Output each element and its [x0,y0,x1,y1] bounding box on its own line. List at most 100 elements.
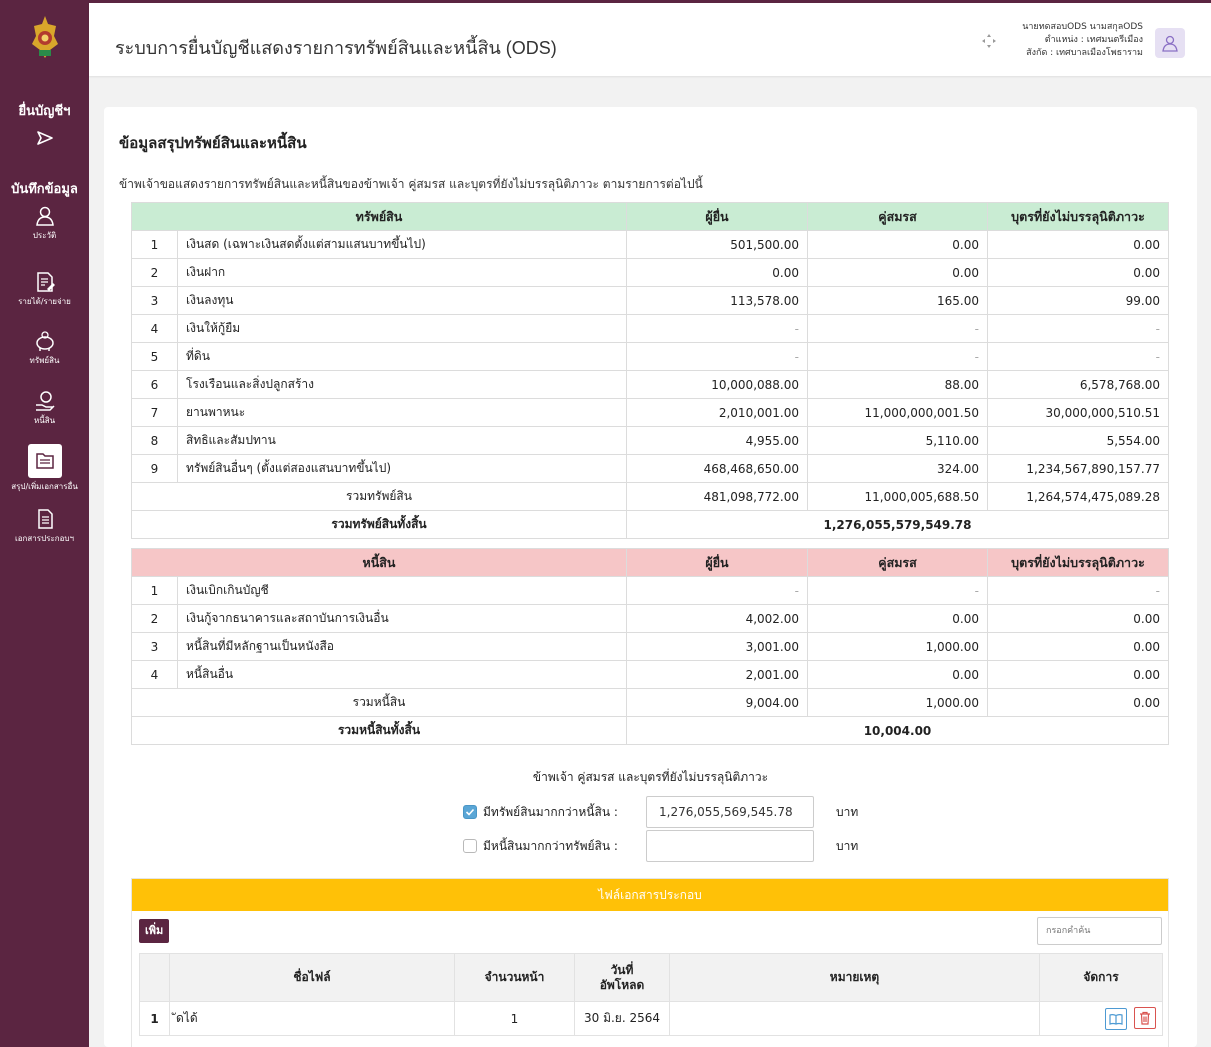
more-assets-label: มีทรัพย์สินมากกว่าหนี้สิน : [483,804,618,819]
table-row: 6 โรงเรือนและสิ่งปลูกสร้าง 10,000,088.00 88… [131,370,1169,399]
sidebar-item-assets[interactable]: ทรัพย์สิน [0,330,89,367]
row-item-name: เงินกู้จากธนาคารและสถาบันการเงินอื่น [177,604,627,633]
table-row: 1 เงินเบิกเกินบัญชี - - - [131,576,1169,605]
row-spouse-value: 11,000,000,001.50 [807,398,988,427]
file-actions [1039,1001,1163,1036]
row-number: 4 [131,660,178,689]
subtotal-label: รวมทรัพย์สิน [131,482,627,511]
col-date: วันที่ อัพโหลด [574,953,670,1002]
subtotal-child: 0.00 [987,688,1169,717]
col-filename: ชื่อไฟล์ [169,953,455,1002]
more-liabilities-checkbox[interactable] [463,839,477,853]
sidebar-item-label: สรุป/เพิ่มเอกสารอื่น [11,482,78,491]
document-icon [37,509,53,529]
sidebar-record-label: บันทึกข้อมูล [11,182,78,197]
row-child-value: - [987,314,1169,343]
col-spouse: คู่สมรส [807,202,988,231]
row-item-name: หนี้สินที่มีหลักฐานเป็นหนังสือ [177,632,627,661]
col-index [139,953,170,1002]
row-item-name: ยานพาหนะ [177,398,627,427]
document-edit-icon [36,272,55,292]
file-name: ัดได้ [169,1001,455,1036]
view-file-button[interactable] [1105,1008,1128,1030]
user-name: นายทดสอบODS นามสกุลODS [1022,22,1143,32]
row-child-value: 1,234,567,890,157.77 [987,454,1169,483]
row-child-value: 0.00 [987,660,1169,689]
sidebar-item-profile[interactable]: ประวัติ [0,205,89,242]
summary-card: ข้อมูลสรุปทรัพย์สินและหนี้สิน ข้าพเจ้าขอ… [104,107,1197,1047]
sidebar-item-income[interactable]: รายได้/รายจ่าย [0,271,89,308]
liabilities-total-row: รวมหนี้สินทั้งสิ้น 10,004.00 [131,716,1169,745]
liabilities-subtotal-row: รวมหนี้สิน 9,004.00 1,000.00 0.00 [131,688,1169,717]
row-number: 5 [131,342,178,371]
sidebar-item-documents[interactable]: เอกสารประกอบฯ [0,508,89,545]
table-row: 3 หนี้สินที่มีหลักฐานเป็นหนังสือ 3,001.00 1… [131,632,1169,661]
add-file-button[interactable]: เพิ่ม [139,919,170,943]
row-item-name: เงินเบิกเกินบัญชี [177,576,627,605]
sidebar-item-label: หนี้สิน [33,416,56,425]
send-icon[interactable] [36,130,54,146]
section-title: ข้อมูลสรุปทรัพย์สินและหนี้สิน [119,134,307,152]
subtotal-label: รวมหนี้สิน [131,688,627,717]
row-number: 1 [131,230,178,259]
total-label: รวมหนี้สินทั้งสิ้น [131,716,627,745]
row-child-value: 30,000,000,510.51 [987,398,1169,427]
sidebar-item-summary[interactable]: สรุป/เพิ่มเอกสารอื่น [0,444,89,493]
row-spouse-value: 324.00 [807,454,988,483]
row-filer-value: - [626,342,808,371]
file-index: 1 [139,1001,170,1036]
row-item-name: ที่ดิน [177,342,627,371]
file-note [669,1001,1040,1036]
row-filer-value: 2,001.00 [626,660,808,689]
row-spouse-value: 0.00 [807,604,988,633]
assets-total-row: รวมทรัพย์สินทั้งสิ้น 1,276,055,579,549.7… [131,510,1169,539]
file-search-input[interactable] [1037,917,1162,945]
row-child-value: 99.00 [987,286,1169,315]
col-date-line2: อัพโหลด [599,977,645,992]
sidebar-item-liabilities[interactable]: หนี้สิน [0,390,89,427]
avatar[interactable] [1155,28,1185,58]
table-row: 4 หนี้สินอื่น 2,001.00 0.00 0.00 [131,660,1169,689]
person-icon [35,206,54,226]
fullscreen-icon[interactable] [981,33,997,49]
row-spouse-value: 0.00 [807,230,988,259]
row-spouse-value: - [807,314,988,343]
user-icon [1162,35,1178,52]
row-item-name: สิทธิและสัมปทาน [177,426,627,455]
col-filer: ผู้ยื่น [626,548,808,577]
file-panel-title: ไฟล์เอกสารประกอบ [132,879,1168,911]
row-item-name: เงินสด (เฉพาะเงินสดตั้งแต่สามแสนบาทขึ้นไ… [177,230,627,259]
col-note: หมายเหตุ [669,953,1040,1002]
row-filer-value: 501,500.00 [626,230,808,259]
declaration-text: ข้าพเจ้าขอแสดงรายการทรัพย์สินและหนี้สินข… [119,177,703,191]
row-number: 9 [131,454,178,483]
table-row: 9 ทรัพย์สินอื่นๆ (ตั้งแต่สองแสนบาทขึ้นไป)… [131,454,1169,483]
row-child-value: - [987,342,1169,371]
sidebar-item-label: ทรัพย์สิน [29,356,60,365]
sidebar-item-label: ประวัติ [32,231,57,240]
sidebar-submit-label[interactable]: ยื่นบัญชีฯ [0,100,89,121]
col-liability: หนี้สิน [131,548,627,577]
row-child-value: 0.00 [987,230,1169,259]
row-number: 2 [131,258,178,287]
table-row: 3 เงินลงทุน 113,578.00 165.00 99.00 [131,286,1169,315]
liabilities-header-row: หนี้สิน ผู้ยื่น คู่สมรส บุตรที่ยังไม่บรร… [131,548,1169,577]
table-row: 4 เงินให้กู้ยืม - - - [131,314,1169,343]
more-assets-field[interactable]: 1,276,055,569,545.78 [646,796,814,828]
row-number: 3 [131,286,178,315]
row-filer-value: 4,955.00 [626,426,808,455]
delete-file-button[interactable] [1134,1007,1156,1029]
piggy-bank-icon [35,331,54,351]
table-row: 5 ที่ดิน - - - [131,342,1169,371]
more-assets-checkbox[interactable] [463,805,477,819]
unit-label: บาท [836,804,859,819]
table-row: 1 ัดได้ 1 30 มิ.ย. 2564 [139,1001,1163,1036]
row-spouse-value: 88.00 [807,370,988,399]
hand-coin-icon [35,391,55,411]
row-filer-value: 10,000,088.00 [626,370,808,399]
liabilities-table: หนี้สิน ผู้ยื่น คู่สมรส บุตรที่ยังไม่บรร… [131,548,1169,745]
sidebar: ยื่นบัญชีฯ บันทึกข้อมูล ประวัติ รายได้/ร… [0,0,89,1047]
col-pages: จำนวนหน้า [454,953,575,1002]
active-item-highlight [27,444,62,478]
more-liabilities-field[interactable] [646,830,814,862]
